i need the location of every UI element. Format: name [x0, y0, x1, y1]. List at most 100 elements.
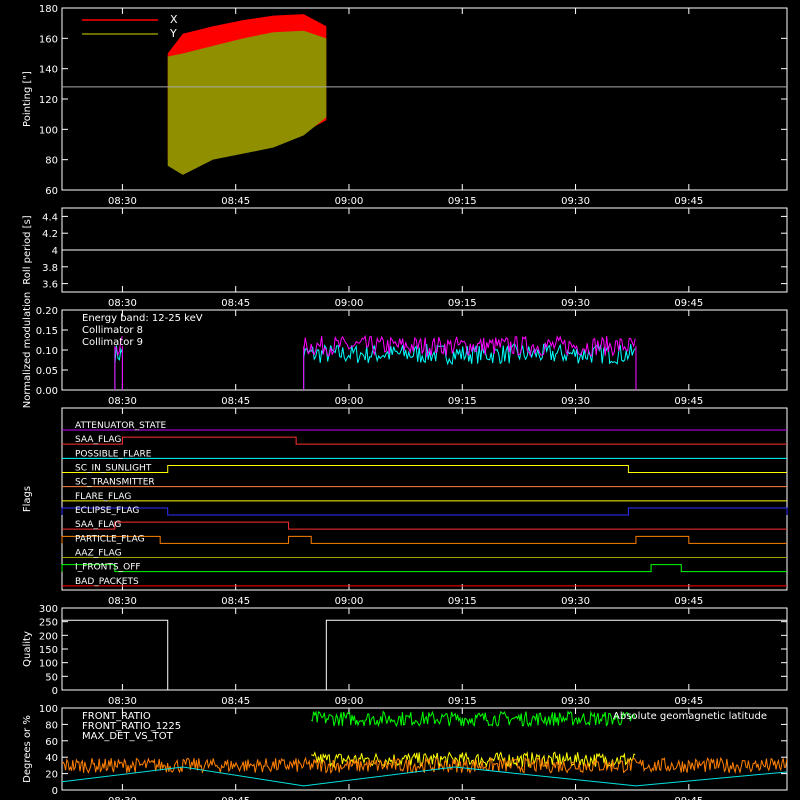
panel-2: 08:30 08:45 09:00 09:15 09:30 09:45 Normalized… [22, 292, 788, 409]
x-tick-label: 09:15 [448, 196, 477, 207]
panel-3: 08:30 08:45 09:00 09:15 09:30 09:45 Flags ATTEN… [22, 407, 788, 607]
x-tick-label: 09:15 [448, 396, 477, 407]
flag-label: I_FRONTS_OFF [75, 563, 141, 573]
x-tick-label: 08:30 [108, 696, 137, 707]
x-tick-label: 09:00 [335, 298, 364, 309]
x-tick-label: 09:45 [674, 796, 703, 800]
x-tick-label: 08:30 [108, 298, 137, 309]
x-tick-label: 09:30 [561, 796, 590, 800]
flag-label: FLARE_FLAG [75, 492, 131, 502]
x-tick-label: 08:45 [221, 396, 250, 407]
y-tick-label: 300 [39, 604, 58, 615]
x-tick-label: 08:45 [221, 196, 250, 207]
series-Y-band [167, 30, 327, 175]
x-tick-label: 09:45 [674, 396, 703, 407]
y-tick-label: 0.15 [36, 326, 58, 337]
panel-5: 08:30 08:45 09:00 09:15 09:30 09:45 Degrees or… [22, 704, 788, 800]
y-tick-label: 0.00 [36, 386, 58, 397]
flag-label: PARTICLE_FLAG [75, 534, 145, 544]
x-tick-label: 09:15 [448, 298, 477, 309]
legend-label: Collimator 8 [82, 325, 143, 336]
flag-label: AAZ_FLAG [75, 549, 122, 559]
flag-trace [62, 436, 787, 445]
x-tick-label: 09:30 [561, 696, 590, 707]
y-axis-label: Degrees or % [22, 715, 33, 783]
y-tick-label: 3.6 [42, 280, 58, 291]
x-tick-label: 08:30 [108, 796, 137, 800]
panel-1: 08:30 08:45 09:00 09:15 09:30 09:45 Roll perio… [22, 207, 788, 309]
y-tick-label: 40 [45, 753, 58, 764]
x-tick-label: 09:45 [674, 596, 703, 607]
x-tick-label: 09:00 [335, 196, 364, 207]
y-tick-label: 50 [45, 672, 58, 683]
flag-label: BAD_PACKETS [75, 577, 139, 587]
y-tick-label: 20 [45, 770, 58, 781]
y-tick-label: 150 [39, 645, 58, 656]
x-tick-label: 09:30 [561, 298, 590, 309]
x-tick-label: 09:00 [335, 696, 364, 707]
x-tick-label: 08:30 [108, 196, 137, 207]
x-tick-label: 09:45 [674, 196, 703, 207]
y-tick-label: 100 [39, 704, 58, 715]
y-axis-label: Flags [22, 486, 33, 512]
y-tick-label: 60 [45, 186, 58, 197]
y-tick-label: 200 [39, 631, 58, 642]
x-tick-label: 08:45 [221, 796, 250, 800]
y-tick-label: 160 [39, 34, 58, 45]
y-tick-label: 4 [52, 246, 58, 257]
series-trace [311, 751, 636, 769]
x-tick-label: 08:45 [221, 696, 250, 707]
series-trace [114, 345, 123, 365]
y-tick-label: 0 [52, 786, 58, 797]
flag-trace [61, 564, 787, 573]
panel-frame [61, 407, 788, 591]
x-tick-label: 08:30 [108, 596, 137, 607]
y-axis-label: Roll period [s] [22, 215, 33, 284]
y-axis-label: Normalized modulation [22, 292, 33, 409]
y-tick-label: 140 [39, 65, 58, 76]
x-tick-label: 09:00 [335, 596, 364, 607]
panel-0: 08:30 08:45 09:00 09:15 09:30 09:45 Pointing [… [22, 4, 788, 207]
flag-trace [62, 465, 787, 473]
x-tick-label: 09:15 [448, 696, 477, 707]
quicklook-figure: 08:30 08:45 09:00 09:15 09:30 09:45 Pointing [… [22, 4, 788, 800]
y-tick-label: 0.20 [36, 306, 58, 317]
y-tick-label: 60 [45, 737, 58, 748]
legend-label: X [170, 13, 178, 26]
x-tick-label: 08:45 [221, 596, 250, 607]
flag-trace [61, 507, 788, 516]
series-line [62, 619, 787, 691]
legend-label: Absolute geomagnetic latitude [613, 711, 767, 722]
x-tick-label: 08:30 [108, 396, 137, 407]
y-axis-label: Quality [22, 631, 33, 667]
y-tick-label: 0.05 [36, 366, 58, 377]
x-tick-label: 09:30 [561, 196, 590, 207]
legend-label: Collimator 9 [82, 337, 143, 348]
legend-label: MAX_DET_VS_TOT [82, 731, 174, 742]
flag-label: ATTENUATOR_STATE [75, 421, 167, 431]
flag-label: POSSIBLE_FLARE [75, 449, 152, 459]
y-tick-label: 80 [45, 156, 58, 167]
y-tick-label: 120 [39, 95, 58, 106]
y-tick-label: 180 [39, 4, 58, 15]
flag-label: SAA_FLAG [75, 520, 121, 530]
panel-4: 08:30 08:45 09:00 09:15 09:30 09:45 Quality 0 50… [22, 604, 788, 707]
x-tick-label: 08:45 [221, 298, 250, 309]
y-tick-label: 100 [39, 125, 58, 136]
y-axis-label: Pointing ["] [22, 71, 33, 127]
x-tick-label: 09:30 [561, 396, 590, 407]
flag-label: ECLIPSE_FLAG [75, 506, 139, 516]
y-tick-label: 4.4 [42, 212, 58, 223]
flag-trace [61, 535, 787, 544]
flag-label: SC_TRANSMITTER [75, 478, 155, 488]
x-tick-label: 09:30 [561, 596, 590, 607]
x-tick-label: 09:00 [335, 796, 364, 800]
x-tick-label: 09:45 [674, 696, 703, 707]
x-tick-label: 09:00 [335, 396, 364, 407]
x-tick-label: 09:45 [674, 298, 703, 309]
series-trace [310, 710, 636, 728]
x-tick-label: 09:15 [448, 596, 477, 607]
flag-label: SC_IN_SUNLIGHT [75, 464, 152, 474]
y-tick-label: 4.2 [42, 229, 58, 240]
y-tick-label: 0 [52, 686, 58, 697]
